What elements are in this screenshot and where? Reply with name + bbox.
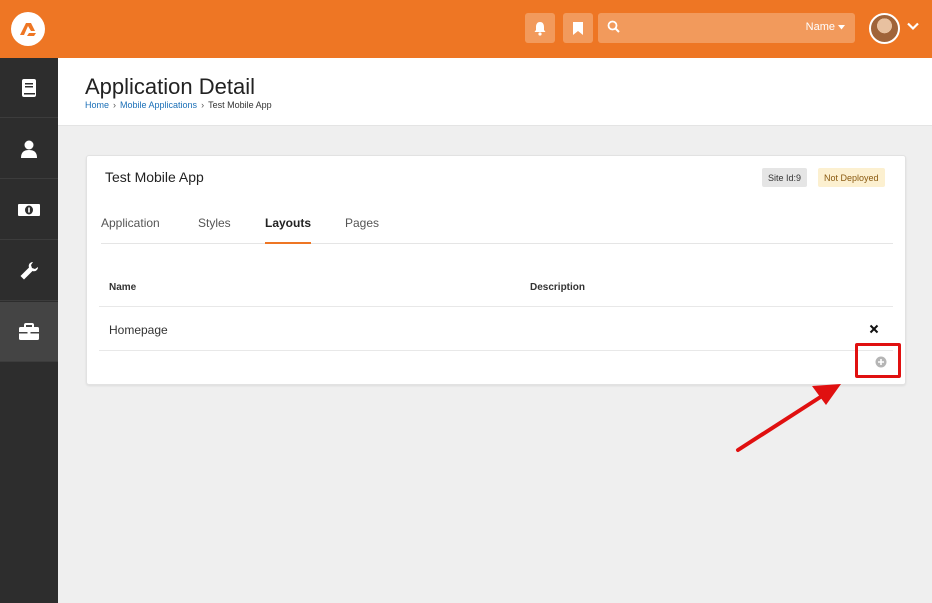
book-icon — [22, 78, 36, 97]
page-header: Application Detail Home › Mobile Applica… — [58, 58, 932, 126]
search-input[interactable] — [626, 17, 796, 39]
application-panel: Test Mobile App Site Id:9 Not Deployed A… — [86, 155, 906, 385]
wrench-icon — [20, 261, 38, 279]
sidebar-item-content[interactable] — [0, 58, 58, 118]
breadcrumb-separator-icon: › — [201, 100, 205, 110]
search-scope-label: Name — [805, 21, 835, 33]
sidebar — [0, 58, 58, 603]
briefcase-icon — [19, 322, 39, 340]
search-bar[interactable]: Name — [598, 13, 855, 43]
deploy-status-badge: Not Deployed — [818, 168, 885, 187]
tab-layouts[interactable]: Layouts — [265, 216, 312, 244]
bookmark-icon — [573, 21, 583, 35]
table-row-name: Homepage — [109, 323, 168, 337]
money-icon — [18, 203, 40, 216]
tab-pages[interactable]: Pages — [345, 216, 379, 244]
breadcrumb-home[interactable]: Home — [85, 100, 109, 110]
search-icon — [607, 20, 620, 33]
sidebar-item-admin[interactable] — [0, 302, 58, 362]
table-divider — [99, 306, 893, 307]
annotation-highlight-box — [855, 343, 901, 378]
panel-title: Test Mobile App — [105, 169, 204, 185]
sidebar-item-finance[interactable] — [0, 180, 58, 240]
column-header-description[interactable]: Description — [530, 282, 585, 293]
notifications-button[interactable] — [525, 13, 555, 43]
breadcrumb-separator-icon: › — [113, 100, 117, 110]
delete-row-button[interactable] — [869, 322, 879, 337]
tab-bar: Application Styles Layouts Pages — [101, 216, 893, 244]
breadcrumb: Home › Mobile Applications › Test Mobile… — [85, 100, 272, 110]
top-bar: Name — [0, 0, 932, 58]
column-header-name[interactable]: Name — [109, 282, 136, 293]
chevron-down-icon[interactable] — [907, 22, 919, 31]
sidebar-item-tools[interactable] — [0, 241, 58, 301]
sidebar-item-people[interactable] — [0, 119, 58, 179]
bookmarks-button[interactable] — [563, 13, 593, 43]
person-icon — [21, 140, 37, 158]
close-icon — [869, 324, 879, 334]
page-title: Application Detail — [85, 74, 255, 99]
site-id-badge: Site Id:9 — [762, 168, 808, 187]
tab-styles[interactable]: Styles — [198, 216, 231, 244]
table-divider — [99, 350, 893, 351]
avatar[interactable] — [869, 13, 900, 44]
caret-down-icon — [838, 24, 845, 29]
search-scope-dropdown[interactable]: Name — [806, 21, 845, 33]
breadcrumb-current: Test Mobile App — [208, 100, 272, 110]
breadcrumb-mobile-applications[interactable]: Mobile Applications — [120, 100, 197, 110]
tab-application[interactable]: Application — [101, 216, 160, 244]
bell-icon — [534, 21, 546, 36]
rock-logo-icon[interactable] — [11, 12, 45, 46]
